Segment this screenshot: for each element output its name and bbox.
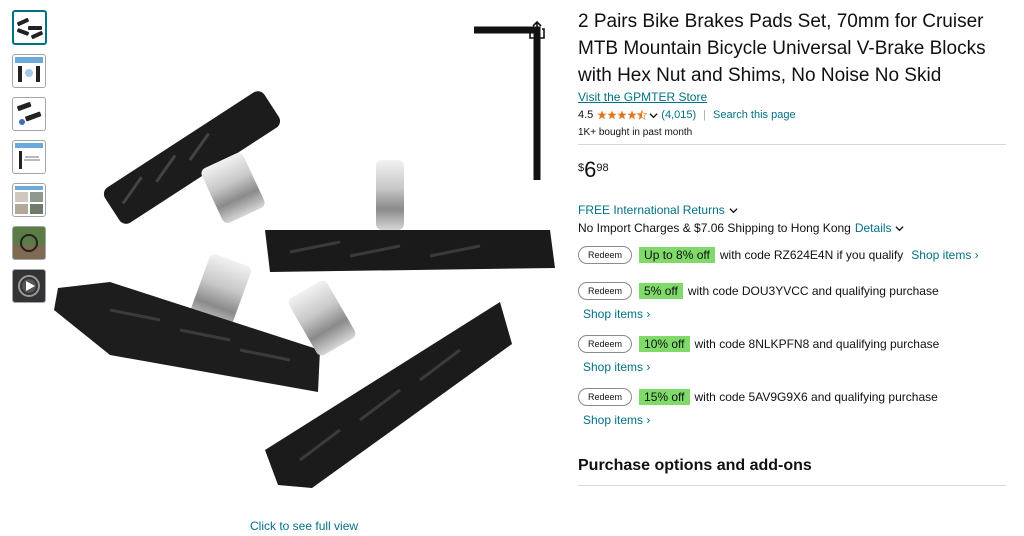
star-rating[interactable] — [597, 110, 648, 120]
product-info: 2 Pairs Bike Brakes Pads Set, 70mm for C… — [578, 8, 1006, 486]
thumbnail-3[interactable] — [12, 97, 46, 131]
shipping-details-link[interactable]: Details — [855, 221, 892, 235]
store-link[interactable]: Visit the GPMTER Store — [578, 90, 1006, 104]
purchase-options-heading: Purchase options and add-ons — [578, 457, 812, 474]
price: $ 6 98 — [578, 159, 1006, 181]
half-star-icon — [637, 110, 648, 120]
thumbnail-5[interactable] — [12, 183, 46, 217]
chevron-down-icon[interactable] — [649, 111, 658, 120]
coupon-text: with code DOU3YVCC and qualifying purcha… — [687, 284, 939, 298]
chevron-down-icon — [729, 207, 738, 213]
star-icon — [617, 110, 627, 120]
shipping-info: No Import Charges & $7.06 Shipping to Ho… — [578, 221, 1006, 235]
main-product-image[interactable] — [50, 10, 562, 510]
returns-label: FREE International Returns — [578, 203, 725, 217]
star-icon — [597, 110, 607, 120]
rating-value: 4.5 — [578, 109, 594, 121]
star-icon — [627, 110, 637, 120]
star-icon — [607, 110, 617, 120]
rating-row: 4.5 (4,015) | Search this page — [578, 109, 1006, 121]
coupon-badge: 5% off — [639, 283, 683, 299]
shop-items-link[interactable]: Shop items › — [583, 360, 1006, 374]
review-count-link[interactable]: (4,015) — [661, 109, 696, 121]
redeem-button[interactable]: Redeem — [578, 246, 633, 264]
coupon-badge: 15% off — [639, 389, 690, 405]
redeem-button[interactable]: Redeem — [578, 388, 633, 406]
shop-items-link[interactable]: Shop items › — [911, 248, 978, 262]
thumbnail-4[interactable] — [12, 140, 46, 174]
thumbnail-2[interactable] — [12, 54, 46, 88]
click-to-see-full-view[interactable]: Click to see full view — [250, 519, 358, 533]
redeem-button[interactable]: Redeem — [578, 282, 633, 300]
coupon-row: Redeem Up to 8% off with code RZ624E4N i… — [578, 246, 1006, 264]
redeem-button[interactable]: Redeem — [578, 335, 633, 353]
thumbnail-strip — [12, 10, 48, 312]
thumbnail-1[interactable] — [12, 10, 47, 45]
price-whole: 6 — [584, 157, 597, 182]
coupon-row: Redeem 5% off with code DOU3YVCC and qua… — [578, 282, 1006, 300]
divider — [578, 144, 1006, 145]
thumbnail-video[interactable] — [12, 269, 46, 303]
shipping-text: No Import Charges & $7.06 Shipping to Ho… — [578, 221, 851, 235]
share-icon[interactable] — [528, 20, 546, 40]
shop-items-link[interactable]: Shop items › — [583, 413, 1006, 427]
bought-count: 1K+ bought in past month — [578, 127, 693, 138]
coupon-row: Redeem 15% off with code 5AV9G9X6 and qu… — [578, 388, 1006, 406]
search-this-page-link[interactable]: Search this page — [713, 109, 796, 121]
thumbnail-6[interactable] — [12, 226, 46, 260]
coupon-text: with code 8NLKPFN8 and qualifying purcha… — [694, 337, 940, 351]
coupon-row: Redeem 10% off with code 8NLKPFN8 and qu… — [578, 335, 1006, 353]
coupon-text: with code RZ624E4N if you qualify — [719, 248, 904, 262]
chevron-down-icon[interactable] — [894, 224, 904, 233]
product-title: 2 Pairs Bike Brakes Pads Set, 70mm for C… — [578, 11, 986, 86]
coupon-badge: Up to 8% off — [639, 247, 715, 263]
separator: | — [703, 109, 707, 121]
coupon-badge: 10% off — [639, 336, 690, 352]
shop-items-link[interactable]: Shop items › — [583, 307, 1006, 321]
divider — [578, 485, 1006, 486]
free-returns-link[interactable]: FREE International Returns — [578, 203, 1006, 217]
price-fraction: 98 — [596, 162, 609, 174]
coupon-text: with code 5AV9G9X6 and qualifying purcha… — [694, 390, 938, 404]
